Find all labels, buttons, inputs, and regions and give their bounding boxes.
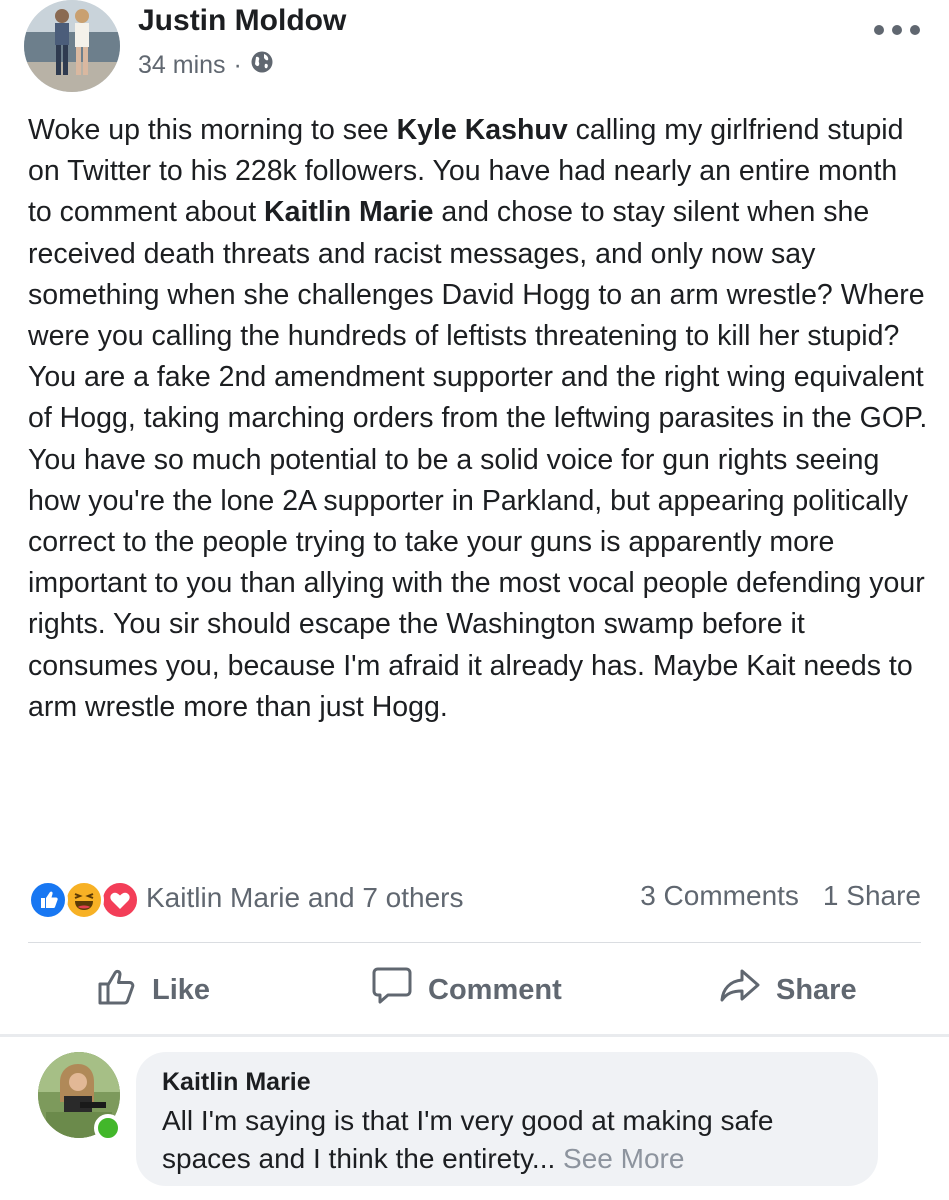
- thumbs-up-icon: [96, 965, 138, 1015]
- see-more-link[interactable]: See More: [563, 1143, 684, 1174]
- more-horizontal-icon[interactable]: [871, 20, 923, 40]
- reactions-label[interactable]: Kaitlin Marie and 7 others: [146, 882, 464, 914]
- comment-button[interactable]: Comment: [370, 962, 562, 1018]
- love-icon: [100, 880, 140, 920]
- like-icon: [28, 880, 68, 920]
- divider: [28, 942, 921, 943]
- haha-icon: [64, 880, 104, 920]
- share-arrow-icon: [718, 965, 762, 1015]
- online-status-indicator: [94, 1114, 122, 1142]
- like-button[interactable]: Like: [96, 962, 210, 1018]
- comment-label: Comment: [428, 973, 562, 1006]
- globe-icon: [250, 50, 274, 81]
- comment-bubble-icon: [370, 965, 414, 1015]
- post-text-part-1: Woke up this morning to see: [28, 114, 397, 146]
- meta-separator: ·: [233, 51, 242, 79]
- shares-count[interactable]: 1 Share: [823, 880, 921, 912]
- share-button[interactable]: Share: [718, 962, 857, 1018]
- share-label: Share: [776, 973, 857, 1006]
- comment-author[interactable]: Kaitlin Marie: [162, 1068, 311, 1097]
- comment-text: All I'm saying is that I'm very good at …: [162, 1102, 862, 1178]
- engagement-counts: 3 Comments 1 Share: [640, 880, 921, 912]
- reaction-icons: [28, 876, 140, 920]
- mention-kaitlin-marie[interactable]: Kaitlin Marie: [264, 196, 433, 228]
- reactions-summary[interactable]: Kaitlin Marie and 7 others: [28, 876, 464, 920]
- post-text-part-3: and chose to stay silent when she receiv…: [28, 196, 928, 723]
- mention-kyle-kashuv[interactable]: Kyle Kashuv: [397, 114, 568, 146]
- comments-count[interactable]: 3 Comments: [640, 880, 799, 912]
- like-label: Like: [152, 973, 211, 1006]
- author-name[interactable]: Justin Moldow: [138, 4, 346, 38]
- post-timestamp[interactable]: 34 mins: [138, 51, 226, 80]
- post-text: Woke up this morning to see Kyle Kashuv …: [28, 110, 928, 728]
- post-meta: 34 mins ·: [138, 50, 274, 81]
- section-divider: [0, 1034, 949, 1037]
- author-avatar[interactable]: [24, 0, 120, 92]
